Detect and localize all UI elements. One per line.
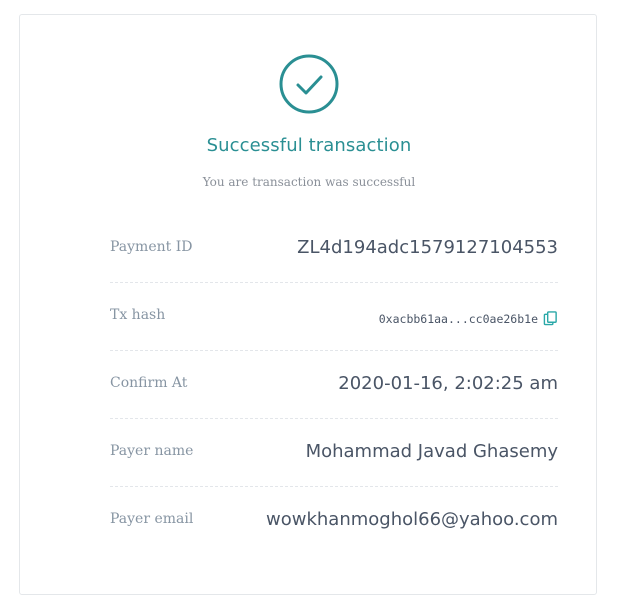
tx-hash-value: 0xacbb61aa...cc0ae26b1e — [378, 311, 538, 326]
payer-name-label: Payer name — [110, 443, 194, 459]
payment-id-label: Payment ID — [110, 239, 193, 255]
confirm-at-value: 2020-01-16, 2:02:25 am — [338, 373, 558, 394]
check-circle-icon — [279, 54, 339, 114]
tx-hash-value-group: 0xacbb61aa...cc0ae26b1e — [379, 311, 558, 326]
payment-id-value: ZL4d194adc1579127104553 — [297, 237, 558, 258]
detail-row-payer-email: Payer email wowkhanmoghol66@yahoo.com — [110, 487, 558, 555]
detail-row-tx-hash: Tx hash 0xacbb61aa...cc0ae26b1e — [110, 283, 558, 351]
tx-hash-label: Tx hash — [110, 307, 166, 323]
payer-email-label: Payer email — [110, 511, 194, 527]
payer-name-value: Mohammad Javad Ghasemy — [305, 441, 558, 462]
status-subtitle: You are transaction was successful — [202, 175, 416, 189]
transaction-details: Payment ID ZL4d194adc1579127104553 Tx ha… — [110, 215, 558, 555]
copy-icon[interactable] — [543, 311, 558, 326]
transaction-card: Successful transaction You are transacti… — [19, 14, 597, 595]
detail-row-confirm-at: Confirm At 2020-01-16, 2:02:25 am — [110, 351, 558, 419]
detail-row-payment-id: Payment ID ZL4d194adc1579127104553 — [110, 215, 558, 283]
confirm-at-label: Confirm At — [110, 375, 188, 391]
status-title: Successful transaction — [206, 135, 412, 156]
detail-row-payer-name: Payer name Mohammad Javad Ghasemy — [110, 419, 558, 487]
payer-email-value: wowkhanmoghol66@yahoo.com — [266, 509, 558, 530]
